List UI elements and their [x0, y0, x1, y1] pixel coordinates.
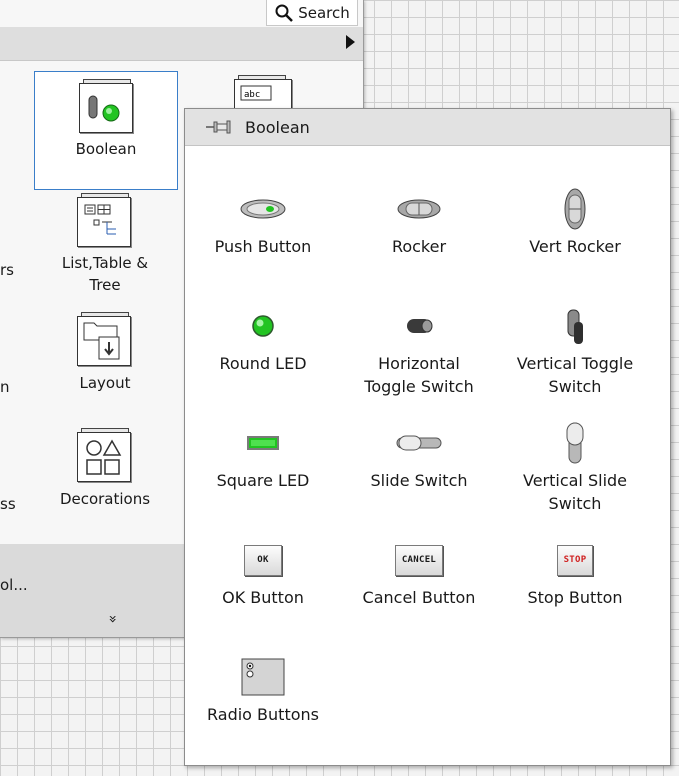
tile-boolean-label: Boolean — [75, 140, 137, 158]
tile-decorations[interactable]: Decorations — [50, 428, 160, 510]
tile-tree-label: Tree — [89, 276, 121, 294]
vertical-toggle-icon — [567, 309, 583, 344]
item-label-line2: Switch — [548, 494, 602, 513]
search-icon — [275, 4, 294, 22]
push-button-icon — [240, 199, 286, 219]
partial-label-rs: rs — [0, 261, 14, 279]
item-radio-buttons[interactable]: Radio Buttons — [185, 651, 341, 726]
item-square-led[interactable]: Square LED — [185, 417, 341, 492]
vert-rocker-icon — [564, 188, 586, 230]
item-label: OK Button — [222, 588, 304, 607]
right-arrow-icon[interactable] — [346, 35, 355, 49]
decorations-folder-icon — [77, 428, 133, 482]
popup-title: Boolean — [245, 117, 310, 137]
square-led-icon — [247, 436, 279, 450]
item-vertical-slide-switch[interactable]: Vertical Slide Switch — [497, 417, 653, 515]
item-label-line2: Toggle Switch — [364, 377, 474, 396]
item-label: Stop Button — [527, 588, 623, 607]
item-label: Rocker — [391, 237, 447, 256]
vertical-slide-switch-icon — [566, 422, 584, 464]
partial-label-ol[interactable]: ol... — [0, 574, 28, 596]
item-rocker[interactable]: Rocker — [341, 183, 497, 258]
item-label: Vert Rocker — [529, 237, 621, 256]
cancel-button-icon: CANCEL — [394, 544, 444, 576]
tile-boolean[interactable]: Boolean — [34, 71, 178, 190]
pin-icon[interactable] — [205, 119, 233, 135]
expand-chevron-icon[interactable]: » — [101, 615, 123, 624]
search-button[interactable]: Search — [266, 0, 358, 26]
tile-list-table-tree[interactable]: List,Table & Tree — [50, 193, 160, 296]
item-label-line2: Switch — [548, 377, 602, 396]
boolean-subpalette: Boolean Push Button Rocker Vert Rocker R… — [184, 108, 671, 766]
item-label: Cancel Button — [362, 588, 476, 607]
item-slide-switch[interactable]: Slide Switch — [341, 417, 497, 492]
search-label: Search — [298, 3, 350, 22]
radio-buttons-icon — [241, 658, 285, 696]
item-label: Round LED — [219, 354, 307, 373]
item-horizontal-toggle-switch[interactable]: Horizontal Toggle Switch — [341, 300, 497, 398]
item-label: Vertical Toggle — [516, 354, 634, 373]
list-table-folder-icon — [77, 193, 133, 247]
tile-layout-label: Layout — [79, 374, 131, 392]
layout-folder-icon — [77, 312, 133, 366]
partial-label-ss: ss — [0, 495, 16, 513]
item-ok-button[interactable]: OK OK Button — [185, 534, 341, 609]
boolean-folder-icon — [79, 79, 133, 133]
ok-button-icon: OK — [244, 544, 282, 576]
item-cancel-button[interactable]: CANCEL Cancel Button — [341, 534, 497, 609]
item-label: Slide Switch — [370, 471, 468, 490]
tile-layout[interactable]: Layout — [50, 312, 160, 394]
svg-text:abc: abc — [244, 90, 260, 100]
item-vert-rocker[interactable]: Vert Rocker — [497, 183, 653, 258]
round-led-icon — [252, 315, 274, 337]
item-label: Square LED — [216, 471, 310, 490]
item-label: Vertical Slide — [522, 471, 628, 490]
popup-title-bar: Boolean — [185, 109, 670, 146]
item-label: Radio Buttons — [207, 705, 319, 724]
item-stop-button[interactable]: STOP Stop Button — [497, 534, 653, 609]
slide-switch-icon — [396, 435, 442, 451]
palette-nav-strip — [0, 27, 363, 61]
horizontal-toggle-icon — [407, 319, 433, 333]
item-label: Horizontal — [378, 354, 460, 373]
item-vertical-toggle-switch[interactable]: Vertical Toggle Switch — [497, 300, 653, 398]
partial-label-n: n — [0, 378, 10, 396]
rocker-icon — [397, 199, 441, 219]
item-round-led[interactable]: Round LED — [185, 300, 341, 375]
item-label: Push Button — [214, 237, 312, 256]
stop-button-icon: STOP — [556, 544, 594, 576]
tile-list-table-label: List,Table & — [61, 254, 149, 272]
item-push-button[interactable]: Push Button — [185, 183, 341, 258]
tile-decorations-label: Decorations — [59, 490, 151, 508]
